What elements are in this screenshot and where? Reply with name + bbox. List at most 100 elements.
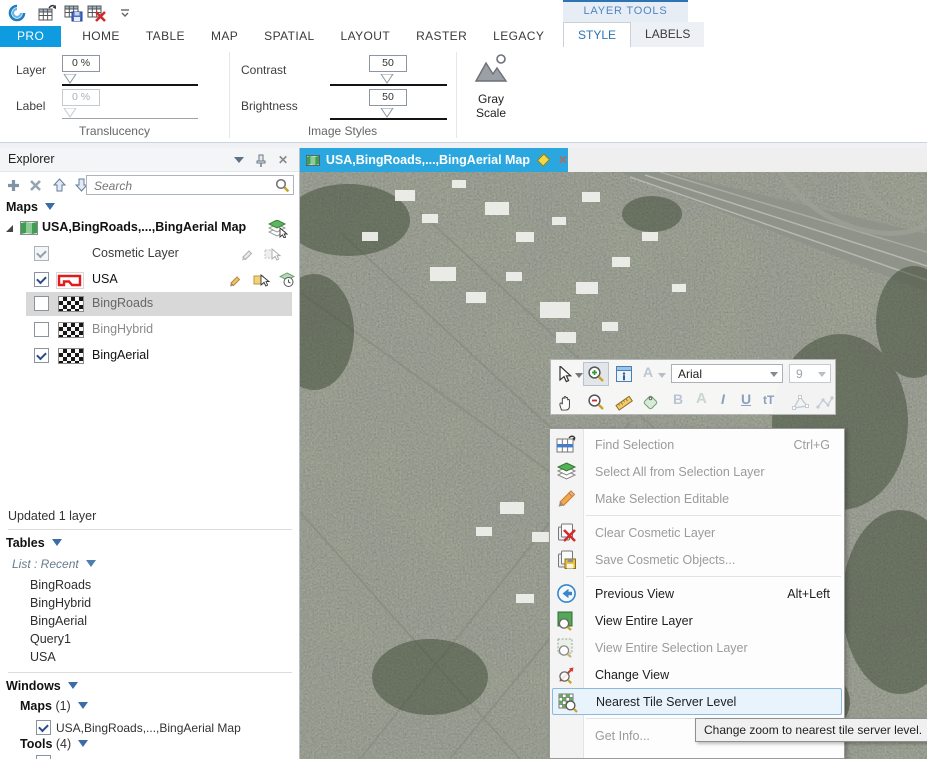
select-tool-button[interactable] — [555, 363, 575, 385]
window-map-name[interactable]: USA,BingRoads,...,BingAerial Map — [56, 721, 241, 735]
map-context-menu: Find Selection Ctrl+G Select All from Se… — [549, 428, 845, 759]
brightness-slider-thumb[interactable] — [380, 105, 394, 123]
table-item-binghybrid[interactable]: BingHybrid — [30, 596, 91, 610]
menu-item-save-cosmetic-objects[interactable]: Save Cosmetic Objects... — [550, 546, 844, 573]
floating-toggle-icon[interactable] — [537, 153, 550, 166]
layer-name[interactable]: BingHybrid — [92, 322, 153, 336]
tool-checkbox-partial[interactable] — [36, 755, 51, 759]
menu-item-clear-cosmetic-layer[interactable]: Clear Cosmetic Layer — [550, 519, 844, 546]
table-item-query1[interactable]: Query1 — [30, 632, 71, 646]
pin-icon[interactable] — [253, 153, 269, 167]
app-logo-icon — [6, 3, 28, 23]
layer-name[interactable]: Cosmetic Layer — [92, 246, 179, 260]
layer-name[interactable]: BingRoads — [92, 296, 153, 310]
map-window-tab[interactable]: USA,BingRoads,...,BingAerial Map ✕ — [300, 148, 568, 172]
zoom-out-tool-button[interactable] — [583, 391, 609, 413]
tables-list-filter[interactable]: List : Recent — [12, 557, 96, 571]
zoom-in-tool-button[interactable] — [583, 362, 609, 386]
move-up-icon[interactable] — [50, 177, 68, 193]
tab-map[interactable]: MAP — [198, 26, 251, 47]
layer-translucency-value[interactable]: 0 % — [62, 55, 100, 72]
info-tool-button[interactable] — [613, 363, 635, 385]
font-name-combo[interactable]: Arial — [671, 364, 783, 383]
layer-translucency-slider[interactable] — [62, 84, 198, 86]
gray-scale-button[interactable]: Gray Scale — [462, 51, 520, 139]
tooltip: Change zoom to nearest tile server level… — [695, 718, 927, 742]
editable-pencil-icon[interactable] — [228, 272, 244, 288]
windows-section-header[interactable]: Windows — [6, 679, 78, 693]
menu-item-change-view[interactable]: Change View — [550, 661, 844, 688]
search-icon[interactable] — [275, 178, 290, 198]
region-style-icon[interactable] — [56, 272, 84, 289]
customize-quick-access-button[interactable] — [114, 3, 136, 23]
menu-item-make-selection-editable[interactable]: Make Selection Editable — [550, 485, 844, 512]
layer-translucency-slider-thumb[interactable] — [63, 71, 77, 89]
tab-layout[interactable]: LAYOUT — [328, 26, 404, 47]
layer-visibility-checkbox[interactable] — [34, 296, 49, 311]
brightness-value[interactable]: 50 — [369, 89, 407, 106]
panel-menu-icon[interactable] — [231, 153, 247, 167]
menu-item-nearest-tile-server-level[interactable]: Nearest Tile Server Level — [552, 688, 842, 715]
tree-expand-icon[interactable] — [6, 225, 13, 232]
view-entire-layer-icon — [556, 610, 577, 631]
menu-item-previous-view[interactable]: Previous View Alt+Left — [550, 580, 844, 607]
layer-row-binghybrid[interactable]: BingHybrid — [0, 318, 298, 342]
save-table-button[interactable] — [62, 3, 84, 23]
table-item-bingaerial[interactable]: BingAerial — [30, 614, 87, 628]
raster-style-icon[interactable] — [58, 322, 84, 338]
maps-section-header[interactable]: Maps — [6, 200, 55, 214]
add-icon[interactable] — [4, 177, 22, 193]
selectable-cursor-icon[interactable] — [264, 246, 282, 262]
layer-control-icon[interactable] — [268, 220, 288, 236]
window-visibility-checkbox[interactable] — [36, 720, 51, 735]
layer-row-bingaerial[interactable]: BingAerial — [0, 344, 298, 368]
brightness-slider[interactable] — [330, 118, 447, 120]
remove-icon[interactable] — [26, 177, 44, 193]
tab-legacy[interactable]: LEGACY — [480, 26, 557, 47]
close-tab-icon[interactable]: ✕ — [558, 153, 568, 167]
search-input[interactable] — [92, 177, 271, 195]
tab-raster[interactable]: RASTER — [403, 26, 480, 47]
tab-table[interactable]: TABLE — [133, 26, 198, 47]
layer-row-usa[interactable]: USA — [0, 268, 298, 292]
menu-item-select-all-from-selection-layer[interactable]: Select All from Selection Layer — [550, 458, 844, 485]
map-name[interactable]: USA,BingRoads,...,BingAerial Map — [42, 220, 246, 234]
tab-spatial[interactable]: SPATIAL — [251, 26, 327, 47]
layer-visibility-checkbox[interactable] — [34, 348, 49, 363]
open-table-button[interactable] — [36, 3, 58, 23]
editable-pencil-icon[interactable] — [240, 246, 256, 262]
table-item-bingroads[interactable]: BingRoads — [30, 578, 91, 592]
windows-tools-header[interactable]: Tools (4) — [20, 737, 88, 751]
contrast-slider-thumb[interactable] — [380, 71, 394, 89]
map-tree-root[interactable]: USA,BingRoads,...,BingAerial Map — [0, 216, 298, 240]
raster-style-icon[interactable] — [58, 296, 84, 312]
windows-maps-header[interactable]: Maps (1) — [20, 699, 88, 713]
table-item-usa[interactable]: USA — [30, 650, 56, 664]
pan-tool-button[interactable] — [555, 391, 575, 413]
tab-pro[interactable]: PRO — [0, 26, 61, 47]
close-panel-icon[interactable]: ✕ — [275, 153, 291, 167]
selectable-cursor-icon[interactable] — [253, 272, 271, 288]
contrast-slider[interactable] — [330, 84, 447, 86]
tab-home[interactable]: HOME — [69, 26, 133, 47]
label-translucency-label: Label — [16, 99, 45, 113]
contrast-value[interactable]: 50 — [369, 55, 407, 72]
layer-name[interactable]: BingAerial — [92, 348, 149, 362]
menu-item-find-selection[interactable]: Find Selection Ctrl+G — [550, 431, 844, 458]
tables-section-header[interactable]: Tables — [6, 536, 62, 550]
raster-style-icon[interactable] — [58, 348, 84, 364]
layer-visibility-checkbox[interactable] — [34, 322, 49, 337]
menu-item-view-entire-selection-layer[interactable]: View Entire Selection Layer — [550, 634, 844, 661]
layer-row-bingroads[interactable]: BingRoads — [0, 292, 298, 316]
layer-visibility-checkbox[interactable] — [34, 246, 49, 261]
tab-labels[interactable]: LABELS — [631, 22, 704, 47]
zoom-range-clock-icon[interactable] — [279, 272, 296, 288]
menu-item-view-entire-layer[interactable]: View Entire Layer — [550, 607, 844, 634]
ruler-tool-button[interactable] — [613, 391, 635, 413]
close-table-button[interactable] — [86, 3, 108, 23]
layer-name[interactable]: USA — [92, 272, 118, 286]
layer-visibility-checkbox[interactable] — [34, 272, 49, 287]
layer-row-cosmetic[interactable]: Cosmetic Layer — [0, 242, 298, 266]
label-tool-button[interactable] — [639, 391, 661, 413]
tab-style[interactable]: STYLE — [563, 22, 631, 47]
